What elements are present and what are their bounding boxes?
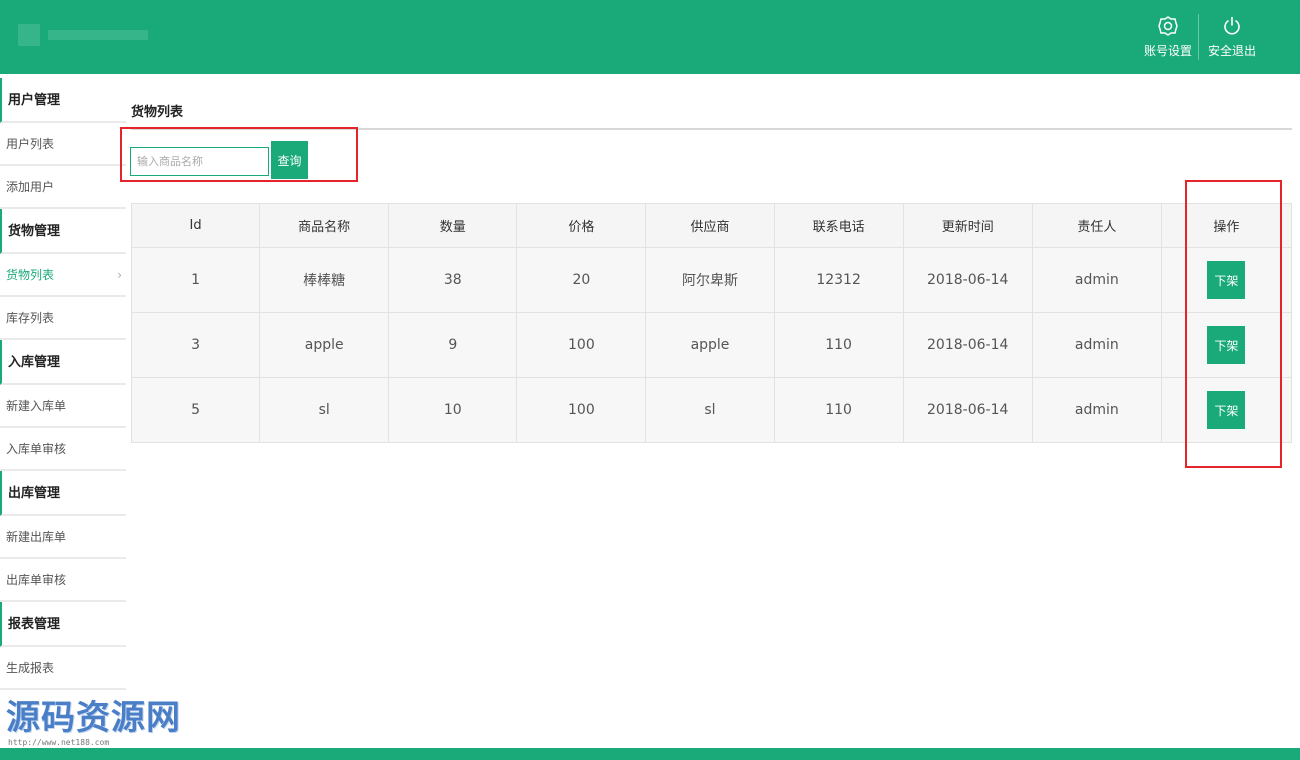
table-cell-actions: 下架	[1160, 247, 1293, 313]
table-cell: 3	[130, 312, 261, 378]
table-cell: 100	[516, 377, 647, 443]
offline-button[interactable]: 下架	[1207, 391, 1246, 429]
sidebar-group-inbound-management[interactable]: 入库管理	[0, 340, 126, 385]
column-header: 商品名称	[259, 203, 390, 248]
sidebar-item-inbound-review[interactable]: 入库单审核	[0, 428, 126, 471]
sidebar-item-user-list[interactable]: 用户列表	[0, 123, 126, 166]
watermark-text: 源码资源网	[6, 698, 181, 738]
sidebar-item-goods-list[interactable]: 货物列表 ›	[0, 254, 126, 297]
table-header-row: Id 商品名称 数量 价格 供应商 联系电话 更新时间 责任人 操作	[130, 203, 1293, 248]
top-header: 账号设置 安全退出	[0, 0, 1300, 74]
table-cell: 2018-06-14	[902, 377, 1033, 443]
table-cell: apple	[645, 312, 775, 378]
watermark: 源码资源网 http://www.net188.com	[6, 690, 226, 747]
column-header: 责任人	[1031, 203, 1162, 248]
power-icon	[1224, 16, 1240, 35]
table-cell: 100	[516, 312, 647, 378]
watermark-url: http://www.net188.com	[8, 738, 110, 747]
sidebar-item-new-outbound[interactable]: 新建出库单	[0, 516, 126, 559]
table-row: 5 sl 10 100 sl 110 2018-06-14 admin 下架	[130, 377, 1293, 443]
table-cell: 棒棒糖	[259, 247, 390, 313]
logout-button[interactable]: 安全退出	[1206, 14, 1258, 64]
search-input[interactable]	[130, 147, 269, 176]
offline-button[interactable]: 下架	[1207, 261, 1246, 299]
table-cell: 9	[388, 312, 518, 378]
table-row: 3 apple 9 100 apple 110 2018-06-14 admin…	[130, 312, 1293, 378]
table-cell: 110	[773, 377, 904, 443]
search-button[interactable]: 查询	[271, 141, 308, 179]
account-settings-label: 账号设置	[1143, 44, 1192, 58]
column-header: 操作	[1160, 203, 1293, 248]
table-cell: 38	[388, 247, 518, 313]
table-cell: 20	[516, 247, 647, 313]
column-header: 价格	[516, 203, 647, 248]
sidebar-group-report-management[interactable]: 报表管理	[0, 602, 126, 647]
table-cell: 阿尔卑斯	[645, 247, 775, 313]
sidebar-item-generate-report[interactable]: 生成报表	[0, 647, 126, 690]
table-cell: sl	[645, 377, 775, 443]
offline-button[interactable]: 下架	[1207, 326, 1246, 364]
column-header: 联系电话	[773, 203, 904, 248]
table-cell: sl	[259, 377, 390, 443]
sidebar-item-new-inbound[interactable]: 新建入库单	[0, 385, 126, 428]
sidebar-item-add-user[interactable]: 添加用户	[0, 166, 126, 209]
page-title: 货物列表	[131, 105, 184, 120]
sidebar-group-outbound-management[interactable]: 出库管理	[0, 471, 126, 516]
table-cell: 12312	[773, 247, 904, 313]
table-cell-actions: 下架	[1160, 312, 1293, 378]
footer-bar	[0, 748, 1300, 760]
sidebar-group-goods-management[interactable]: 货物管理	[0, 209, 126, 254]
table-cell: admin	[1031, 377, 1162, 443]
table-cell: 10	[388, 377, 518, 443]
logo-icon	[18, 24, 148, 46]
sidebar-item-outbound-review[interactable]: 出库单审核	[0, 559, 126, 602]
gear-icon	[1158, 16, 1178, 36]
table-cell: 110	[773, 312, 904, 378]
table-cell: apple	[259, 312, 390, 378]
goods-table: Id 商品名称 数量 价格 供应商 联系电话 更新时间 责任人 操作 1 棒棒糖…	[130, 203, 1293, 443]
header-divider	[1198, 14, 1199, 60]
table-cell: 2018-06-14	[902, 247, 1033, 313]
table-cell-actions: 下架	[1160, 377, 1293, 443]
logout-label: 安全退出	[1207, 44, 1256, 58]
chevron-right-icon: ›	[117, 268, 122, 282]
table-cell: admin	[1031, 247, 1162, 313]
column-header: 更新时间	[902, 203, 1033, 248]
table-cell: 1	[130, 247, 261, 313]
sidebar-item-stock-list[interactable]: 库存列表	[0, 297, 126, 340]
table-cell: admin	[1031, 312, 1162, 378]
table-cell: 2018-06-14	[902, 312, 1033, 378]
column-header: Id	[130, 203, 261, 248]
column-header: 供应商	[645, 203, 775, 248]
account-settings-button[interactable]: 账号设置	[1142, 14, 1194, 64]
table-row: 1 棒棒糖 38 20 阿尔卑斯 12312 2018-06-14 admin …	[130, 247, 1293, 313]
sidebar-item-label: 货物列表	[6, 268, 55, 282]
sidebar-group-user-management[interactable]: 用户管理	[0, 78, 126, 123]
table-cell: 5	[130, 377, 261, 443]
sidebar: 用户管理 用户列表 添加用户 货物管理 货物列表 › 库存列表 入库管理 新建入…	[0, 78, 126, 748]
column-header: 数量	[388, 203, 518, 248]
